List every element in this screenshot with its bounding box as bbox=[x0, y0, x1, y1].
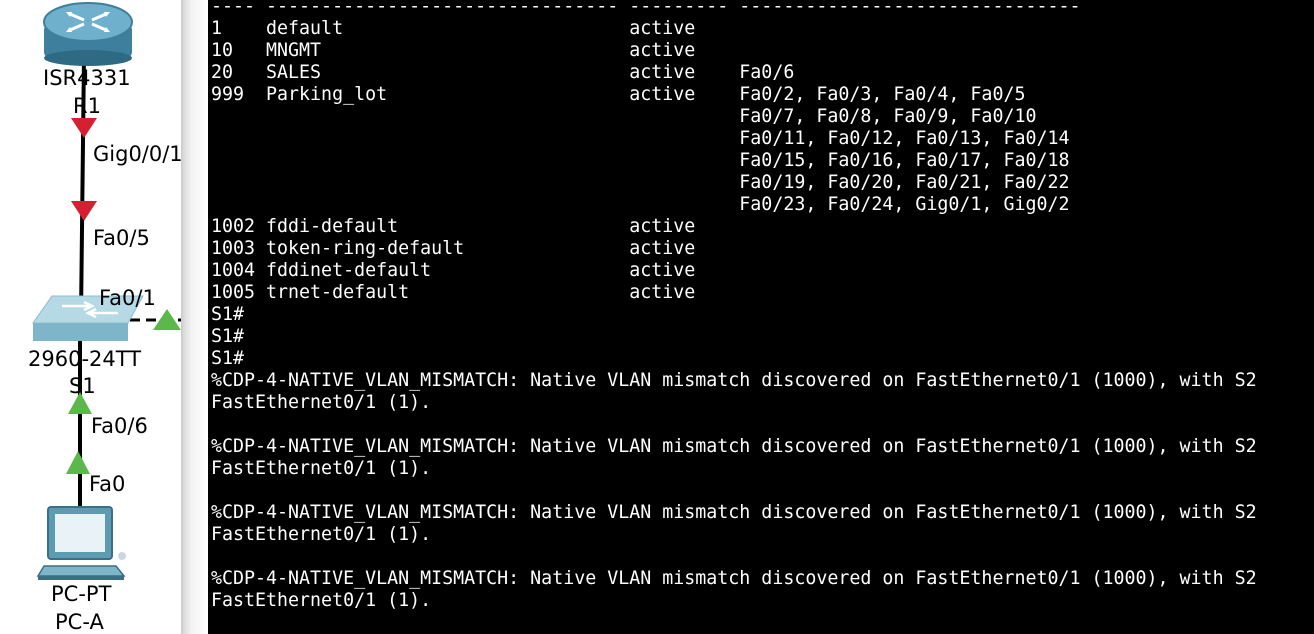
switch-model-label: 2960-24TT bbox=[28, 347, 142, 371]
terminal-line: 1003 token-ring-default active bbox=[211, 238, 696, 259]
terminal-line: 1002 fddi-default active bbox=[211, 216, 696, 237]
trunk-port-label: Fa0/1 bbox=[99, 286, 156, 310]
terminal-line: %CDP-4-NATIVE_VLAN_MISMATCH: Native VLAN… bbox=[211, 436, 1257, 457]
pc-model-label: PC-PT bbox=[51, 582, 112, 606]
switch-access-port-label: Fa0/6 bbox=[91, 414, 148, 438]
link-down-triangle bbox=[71, 118, 97, 138]
router-port-label: Gig0/0/1 bbox=[93, 142, 181, 166]
cli-terminal[interactable]: ---- -------------------------------- --… bbox=[208, 0, 1314, 634]
terminal-line: S1# bbox=[211, 326, 245, 347]
pc-name-label: PC-A bbox=[55, 610, 104, 634]
terminal-line: FastEthernet0/1 (1). bbox=[211, 524, 432, 545]
terminal-line: Fa0/23, Fa0/24, Gig0/1, Gig0/2 bbox=[211, 194, 1070, 215]
terminal-output[interactable]: ---- -------------------------------- --… bbox=[211, 0, 1257, 612]
router-model-label: ISR4331 bbox=[43, 66, 131, 90]
pc-icon[interactable] bbox=[36, 506, 126, 580]
pc-port-label: Fa0 bbox=[89, 472, 126, 496]
terminal-line: Fa0/15, Fa0/16, Fa0/17, Fa0/18 bbox=[211, 150, 1070, 171]
terminal-line: 1004 fddinet-default active bbox=[211, 260, 696, 281]
terminal-line: 1 default active bbox=[211, 18, 696, 39]
terminal-line: %CDP-4-NATIVE_VLAN_MISMATCH: Native VLAN… bbox=[211, 370, 1257, 391]
link-up-triangle bbox=[66, 451, 90, 474]
terminal-line: FastEthernet0/1 (1). bbox=[211, 392, 432, 413]
terminal-line: FastEthernet0/1 (1). bbox=[211, 458, 432, 479]
switch-uplink-port-label: Fa0/5 bbox=[93, 226, 150, 250]
terminal-line: Fa0/7, Fa0/8, Fa0/9, Fa0/10 bbox=[211, 106, 1037, 127]
terminal-line: FastEthernet0/1 (1). bbox=[211, 590, 432, 611]
topology-workspace[interactable]: ISR4331 R1 Gig0/0/1 Fa0/5 Fa0/1 2960-24T… bbox=[0, 0, 181, 634]
terminal-line: ---- -------------------------------- --… bbox=[211, 0, 1081, 17]
terminal-line: S1# bbox=[211, 304, 245, 325]
panel-divider[interactable] bbox=[181, 0, 208, 634]
terminal-line: S1# bbox=[211, 348, 245, 369]
terminal-line: Fa0/19, Fa0/20, Fa0/21, Fa0/22 bbox=[211, 172, 1070, 193]
terminal-line: %CDP-4-NATIVE_VLAN_MISMATCH: Native VLAN… bbox=[211, 502, 1257, 523]
terminal-line: Fa0/11, Fa0/12, Fa0/13, Fa0/14 bbox=[211, 128, 1070, 149]
switch-name-label: S1 bbox=[69, 374, 96, 398]
terminal-line: %CDP-4-NATIVE_VLAN_MISMATCH: Native VLAN… bbox=[211, 568, 1257, 589]
link-down-triangle bbox=[71, 201, 97, 221]
terminal-line: 10 MNGMT active bbox=[211, 40, 696, 61]
router-icon[interactable] bbox=[43, 2, 133, 66]
terminal-line: 999 Parking_lot active Fa0/2, Fa0/3, Fa0… bbox=[211, 84, 1026, 105]
link-up-triangle bbox=[153, 309, 181, 330]
router-name-label: R1 bbox=[73, 94, 101, 118]
terminal-line: 1005 trnet-default active bbox=[211, 282, 696, 303]
terminal-line: 20 SALES active Fa0/6 bbox=[211, 62, 795, 83]
